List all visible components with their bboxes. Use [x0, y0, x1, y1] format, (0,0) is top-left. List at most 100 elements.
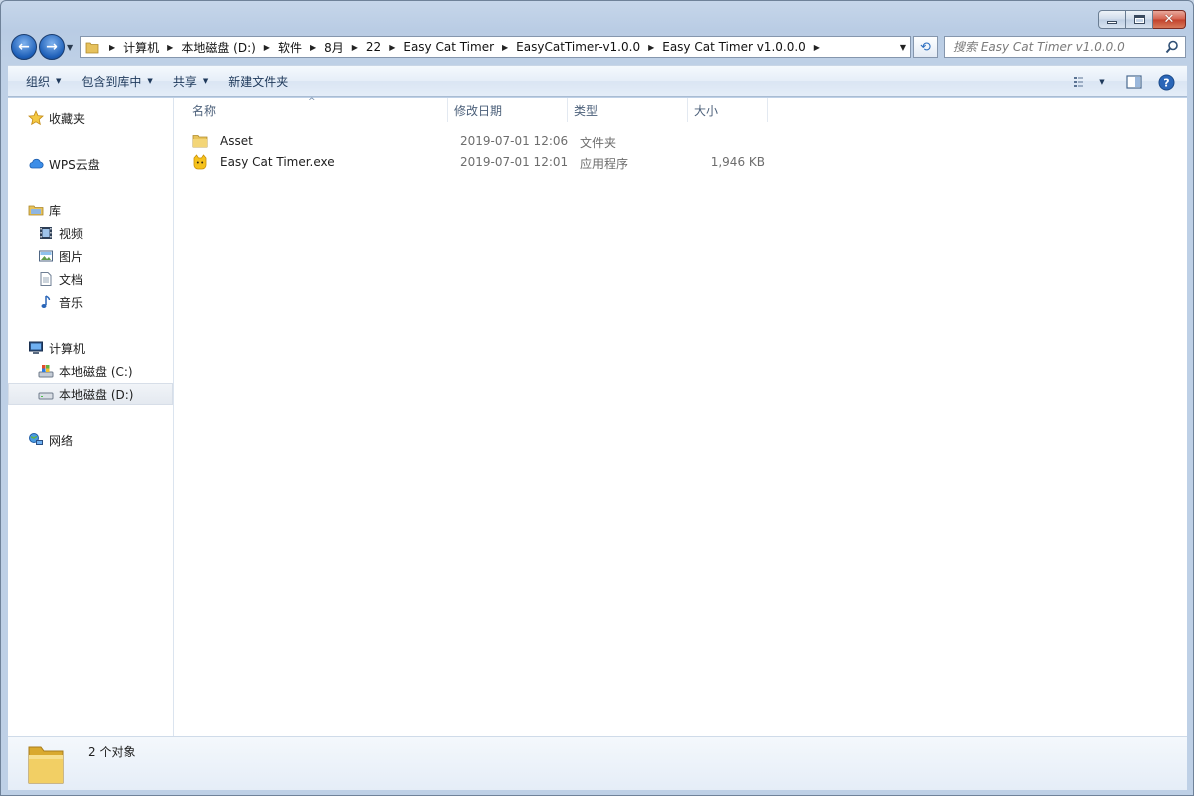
nav-item-library[interactable]: 库 — [8, 199, 173, 221]
share-button[interactable]: 共享 ▼ — [163, 69, 218, 93]
nav-item-drive-c[interactable]: 本地磁盘 (C:) — [8, 360, 173, 382]
nav-item-computer[interactable]: 计算机 — [8, 337, 173, 359]
nav-label: WPS云盘 — [49, 157, 100, 172]
column-label: 大小 — [694, 103, 719, 118]
new-folder-button[interactable]: 新建文件夹 — [218, 69, 298, 93]
navigation-pane[interactable]: 收藏夹 WPS云盘 库 视频 图片 文档 音乐 计算机 本地磁盘 (C:) 本地… — [8, 98, 174, 736]
help-button[interactable]: ? — [1151, 70, 1181, 94]
file-modified: 2019-07-01 12:01 — [460, 155, 569, 169]
nav-item-pictures[interactable]: 图片 — [8, 245, 173, 267]
nav-label: 文档 — [59, 272, 84, 287]
nav-label: 库 — [49, 203, 62, 218]
column-label: 修改日期 — [454, 103, 503, 118]
breadcrumb-separator[interactable]: ▶ — [648, 43, 654, 52]
file-row[interactable]: Asset 2019-07-01 12:06 文件夹 — [187, 131, 777, 151]
view-options-button[interactable]: ▼ — [1067, 70, 1111, 94]
file-name: Asset — [220, 134, 253, 148]
nav-item-documents[interactable]: 文档 — [8, 268, 173, 290]
column-header-name[interactable]: 名称 — [186, 98, 448, 122]
close-button[interactable]: ✕ — [1153, 10, 1186, 29]
folder-icon — [85, 42, 99, 53]
chevron-down-icon: ▼ — [56, 77, 62, 85]
breadcrumb-drive-d[interactable]: 本地磁盘 (D:) — [181, 39, 255, 56]
include-library-button[interactable]: 包含到库中 ▼ — [71, 69, 162, 93]
breadcrumb-easy-cat-timer[interactable]: Easy Cat Timer — [403, 40, 494, 54]
chevron-down-icon: ▼ — [202, 77, 209, 85]
breadcrumb-separator[interactable]: ▶ — [264, 43, 270, 52]
file-row[interactable]: Easy Cat Timer.exe 2019-07-01 12:01 应用程序… — [187, 152, 777, 172]
column-header-modified[interactable]: 修改日期 — [448, 98, 568, 122]
navigation-row: ← → ▼ ▶ 计算机 ▶ 本地磁盘 (D:) ▶ 软件 ▶ 8月 ▶ 22 ▶… — [1, 34, 1193, 60]
recent-pages-dropdown[interactable]: ▼ — [67, 43, 73, 52]
item-count: 2 个对象 — [88, 745, 136, 759]
minimize-button[interactable] — [1098, 10, 1126, 29]
system-drive-icon — [38, 363, 54, 379]
breadcrumb-separator[interactable]: ▶ — [389, 43, 395, 52]
breadcrumb-separator[interactable]: ▶ — [109, 43, 115, 52]
toolbar-right: ▼ ? — [1067, 66, 1187, 98]
svg-text:?: ? — [1163, 76, 1169, 89]
chevron-down-icon: ▼ — [1099, 78, 1105, 86]
chevron-down-icon: ▼ — [147, 77, 153, 85]
forward-button[interactable]: → — [39, 34, 65, 60]
nav-item-drive-d[interactable]: 本地磁盘 (D:) — [8, 383, 173, 405]
column-header-type[interactable]: 类型 — [568, 98, 688, 122]
breadcrumb-computer[interactable]: 计算机 — [123, 39, 159, 56]
file-type: 文件夹 — [580, 136, 617, 150]
back-button[interactable]: ← — [11, 34, 37, 60]
nav-label: 计算机 — [49, 341, 86, 356]
column-header-size[interactable]: 大小 — [688, 98, 768, 122]
share-label: 共享 — [172, 74, 197, 89]
nav-item-videos[interactable]: 视频 — [8, 222, 173, 244]
breadcrumb-separator[interactable]: ▶ — [167, 43, 173, 52]
breadcrumb-22[interactable]: 22 — [366, 40, 381, 54]
arrow-left-icon: ← — [18, 39, 30, 55]
breadcrumb-current-folder[interactable]: Easy Cat Timer v1.0.0.0 — [662, 40, 806, 54]
include-library-label: 包含到库中 — [81, 74, 142, 89]
breadcrumb-separator[interactable]: ▶ — [814, 43, 820, 52]
nav-label: 视频 — [59, 226, 84, 241]
breadcrumb-separator[interactable]: ▶ — [502, 43, 508, 52]
breadcrumb-separator[interactable]: ▶ — [352, 43, 358, 52]
breadcrumb-august[interactable]: 8月 — [324, 39, 344, 56]
preview-pane-icon — [1126, 75, 1142, 89]
organize-label: 组织 — [26, 74, 51, 89]
star-icon — [28, 110, 44, 126]
view-list-icon — [1074, 77, 1084, 87]
file-list[interactable]: ^ 名称 修改日期 类型 大小 Asset 2019-07-01 12:06 文 — [175, 97, 1187, 736]
cat-app-icon — [193, 154, 207, 170]
nav-item-network[interactable]: 网络 — [8, 429, 173, 451]
nav-item-wps-cloud[interactable]: WPS云盘 — [8, 153, 173, 175]
folder-icon — [192, 135, 208, 148]
library-icon — [28, 202, 44, 218]
network-icon — [28, 432, 44, 448]
explorer-window: ✕ ← → ▼ ▶ 计算机 ▶ 本地磁盘 (D:) ▶ 软件 ▶ 8月 ▶ 22… — [0, 0, 1194, 796]
drive-icon — [38, 386, 54, 402]
search-icon[interactable] — [1165, 40, 1179, 54]
picture-icon — [38, 248, 54, 264]
search-box[interactable] — [944, 36, 1186, 58]
document-icon — [38, 271, 54, 287]
breadcrumb-software[interactable]: 软件 — [278, 39, 302, 56]
search-input[interactable] — [945, 37, 1155, 57]
nav-item-favorites[interactable]: 收藏夹 — [8, 107, 173, 129]
nav-label: 收藏夹 — [49, 111, 86, 126]
maximize-icon — [1133, 15, 1145, 24]
file-size: 1,946 KB — [710, 155, 765, 169]
address-bar[interactable]: ▶ 计算机 ▶ 本地磁盘 (D:) ▶ 软件 ▶ 8月 ▶ 22 ▶ Easy … — [80, 36, 911, 58]
organize-button[interactable]: 组织 ▼ — [8, 69, 71, 93]
minimize-icon — [1107, 21, 1117, 24]
breadcrumb-separator[interactable]: ▶ — [310, 43, 316, 52]
preview-pane-button[interactable] — [1119, 70, 1149, 94]
status-bar: 2 个对象 — [8, 736, 1187, 790]
nav-label: 本地磁盘 (C:) — [59, 364, 133, 379]
breadcrumb-easycattimer-v1[interactable]: EasyCatTimer-v1.0.0 — [516, 40, 640, 54]
refresh-button[interactable]: ⟲ — [913, 36, 938, 58]
file-modified: 2019-07-01 12:06 — [460, 134, 569, 148]
file-name: Easy Cat Timer.exe — [220, 155, 335, 169]
maximize-button[interactable] — [1126, 10, 1153, 29]
column-label: 名称 — [192, 103, 217, 118]
address-dropdown-icon[interactable]: ▼ — [900, 43, 906, 52]
new-folder-label: 新建文件夹 — [228, 74, 289, 89]
nav-item-music[interactable]: 音乐 — [8, 291, 173, 313]
